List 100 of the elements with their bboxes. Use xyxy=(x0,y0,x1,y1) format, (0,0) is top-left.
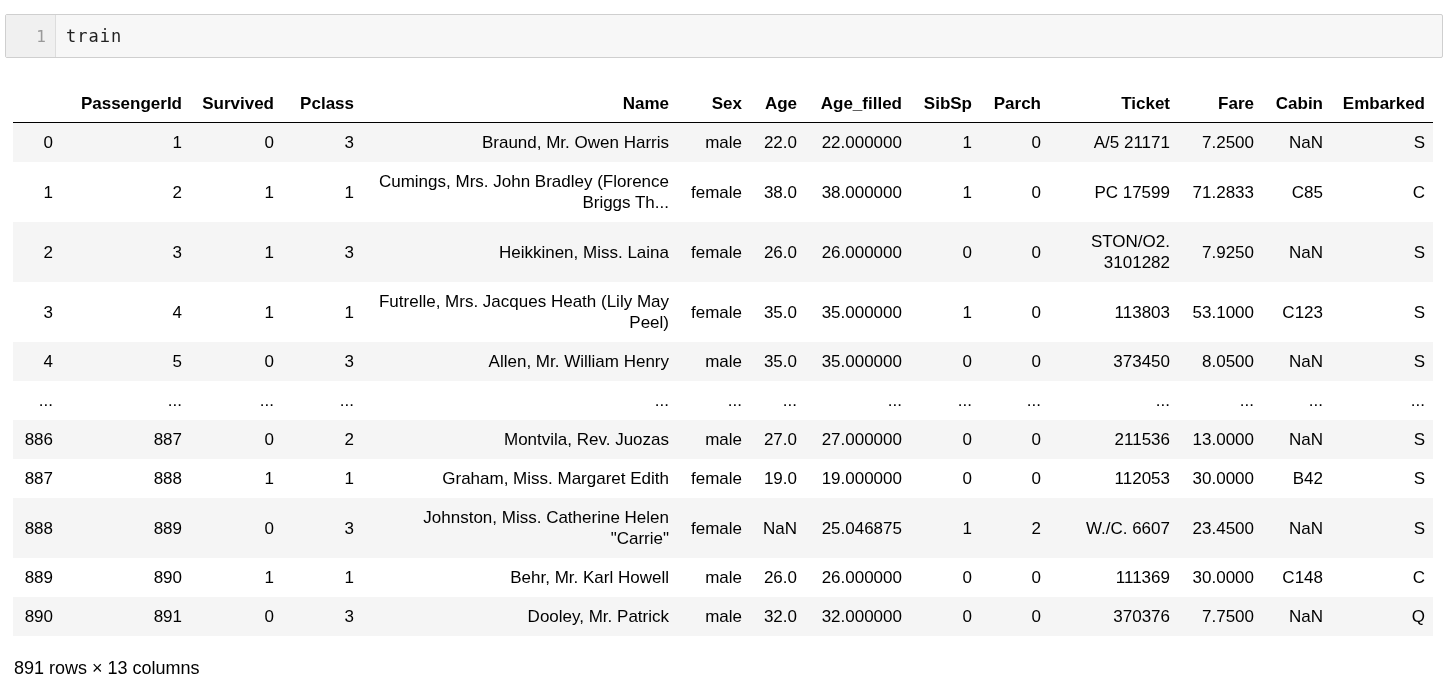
table-cell: 1 xyxy=(172,133,182,152)
column-header: Age_filled xyxy=(820,94,902,113)
table-cell: 19.0 xyxy=(763,469,797,488)
table-cell: 32.0 xyxy=(763,607,797,626)
table-cell: Heikkinen, Miss. Laina xyxy=(498,242,669,262)
table-cell: 1 xyxy=(264,242,274,262)
table-cell: 35.000000 xyxy=(821,352,902,371)
table-cell: 27.000000 xyxy=(821,430,902,449)
table-cell: ... xyxy=(957,391,972,410)
column-header: Name xyxy=(622,94,669,113)
table-cell: 26.0 xyxy=(763,568,797,587)
code-editor[interactable]: 1 train xyxy=(5,14,1443,58)
table-cell: 38.0 xyxy=(763,182,797,202)
table-cell: 25.046875 xyxy=(821,518,902,538)
table-cell: 1 xyxy=(264,182,274,202)
table-cell: 0 xyxy=(264,133,274,152)
table-cell: 0 xyxy=(1031,607,1041,626)
column-header: Cabin xyxy=(1275,94,1323,113)
table-cell: female xyxy=(690,469,742,488)
table-cell: NaN xyxy=(1289,242,1323,262)
table-cell: 30.0000 xyxy=(1192,568,1254,587)
table-cell: 0 xyxy=(1031,469,1041,488)
table-cell: 26.000000 xyxy=(821,568,902,587)
column-header: Parch xyxy=(993,94,1041,113)
table-cell: 35.0 xyxy=(763,302,797,322)
table-cell: B42 xyxy=(1292,469,1323,488)
table-cell: 211536 xyxy=(1114,430,1170,449)
table-cell: 35.0 xyxy=(763,352,797,371)
table-cell: 13.0000 xyxy=(1192,430,1254,449)
table-cell: 26.000000 xyxy=(821,242,902,262)
table-cell: 7.2500 xyxy=(1202,133,1254,152)
table-cell: female xyxy=(690,302,742,322)
table-cell: 0 xyxy=(962,242,972,262)
table-cell: 373450 xyxy=(1113,352,1170,371)
table-cell: 1 xyxy=(962,133,972,152)
table-cell: 889 xyxy=(153,518,182,538)
table-cell: male xyxy=(705,352,742,371)
table-cell: male xyxy=(705,133,742,152)
table-cell: NaN xyxy=(1289,133,1323,152)
table-cell: 0 xyxy=(1031,242,1041,262)
table-cell: Behr, Mr. Karl Howell xyxy=(510,568,669,587)
table-cell: 2 xyxy=(344,430,354,449)
table-cell: A/5 21171 xyxy=(1093,133,1170,152)
table-cell: ... xyxy=(654,391,669,410)
table-cell: 1 xyxy=(962,182,972,202)
table-cell: male xyxy=(705,607,742,626)
column-header: SibSp xyxy=(923,94,972,113)
table-cell: C148 xyxy=(1282,568,1323,587)
table-cell: S xyxy=(1413,469,1425,488)
column-header: Fare xyxy=(1218,94,1254,113)
table-cell: 0 xyxy=(962,568,972,587)
table-cell: Johnston, Miss. Catherine Helen "Carrie" xyxy=(423,508,669,548)
table-cell: 113803 xyxy=(1114,302,1170,322)
table-cell: W./C. 6607 xyxy=(1085,518,1170,538)
column-header: Ticket xyxy=(1121,94,1170,113)
table-cell: ... xyxy=(727,391,742,410)
table-cell: 0 xyxy=(1031,182,1041,202)
table-cell: 0 xyxy=(264,607,274,626)
row-index: 888 xyxy=(24,518,53,538)
row-index: 887 xyxy=(24,469,53,488)
table-cell: 370376 xyxy=(1113,607,1170,626)
table-cell: NaN xyxy=(1289,518,1323,538)
table-cell: NaN xyxy=(763,518,797,538)
table-cell: S xyxy=(1413,352,1425,371)
table-cell: Montvila, Rev. Juozas xyxy=(503,430,669,449)
table-cell: NaN xyxy=(1289,352,1323,371)
table-cell: 19.000000 xyxy=(821,469,902,488)
table-cell: 22.000000 xyxy=(821,133,902,152)
table-cell: ... xyxy=(1026,391,1041,410)
table-cell: 71.2833 xyxy=(1192,182,1254,202)
table-cell: 7.7500 xyxy=(1202,607,1254,626)
table-cell: female xyxy=(690,242,742,262)
table-cell: male xyxy=(705,568,742,587)
table-cell: 0 xyxy=(264,430,274,449)
table-cell: C xyxy=(1412,568,1425,587)
column-header: Survived xyxy=(202,94,274,113)
table-cell: Allen, Mr. William Henry xyxy=(488,352,669,371)
table-cell: S xyxy=(1413,133,1425,152)
table-cell: ... xyxy=(782,391,797,410)
row-index: 886 xyxy=(24,430,53,449)
table-cell: Dooley, Mr. Patrick xyxy=(527,607,669,626)
table-cell: 1 xyxy=(264,302,274,322)
table-cell: 23.4500 xyxy=(1192,518,1254,538)
table-cell: 891 xyxy=(153,607,182,626)
table-cell: ... xyxy=(887,391,902,410)
table-cell: 27.0 xyxy=(763,430,797,449)
column-header: Age xyxy=(764,94,797,113)
table-cell: 0 xyxy=(962,607,972,626)
column-header: Embarked xyxy=(1342,94,1425,113)
table-cell: 0 xyxy=(264,352,274,371)
table-cell: 8.0500 xyxy=(1202,352,1254,371)
table-cell: 2 xyxy=(172,182,182,202)
row-index: 1 xyxy=(43,182,53,202)
table-cell: 3 xyxy=(344,518,354,538)
table-cell: Braund, Mr. Owen Harris xyxy=(481,133,669,152)
table-cell: 2 xyxy=(1031,518,1041,538)
row-index: ... xyxy=(38,391,53,410)
table-cell: 890 xyxy=(153,568,182,587)
table-cell: 5 xyxy=(172,352,182,371)
table-cell: NaN xyxy=(1289,607,1323,626)
